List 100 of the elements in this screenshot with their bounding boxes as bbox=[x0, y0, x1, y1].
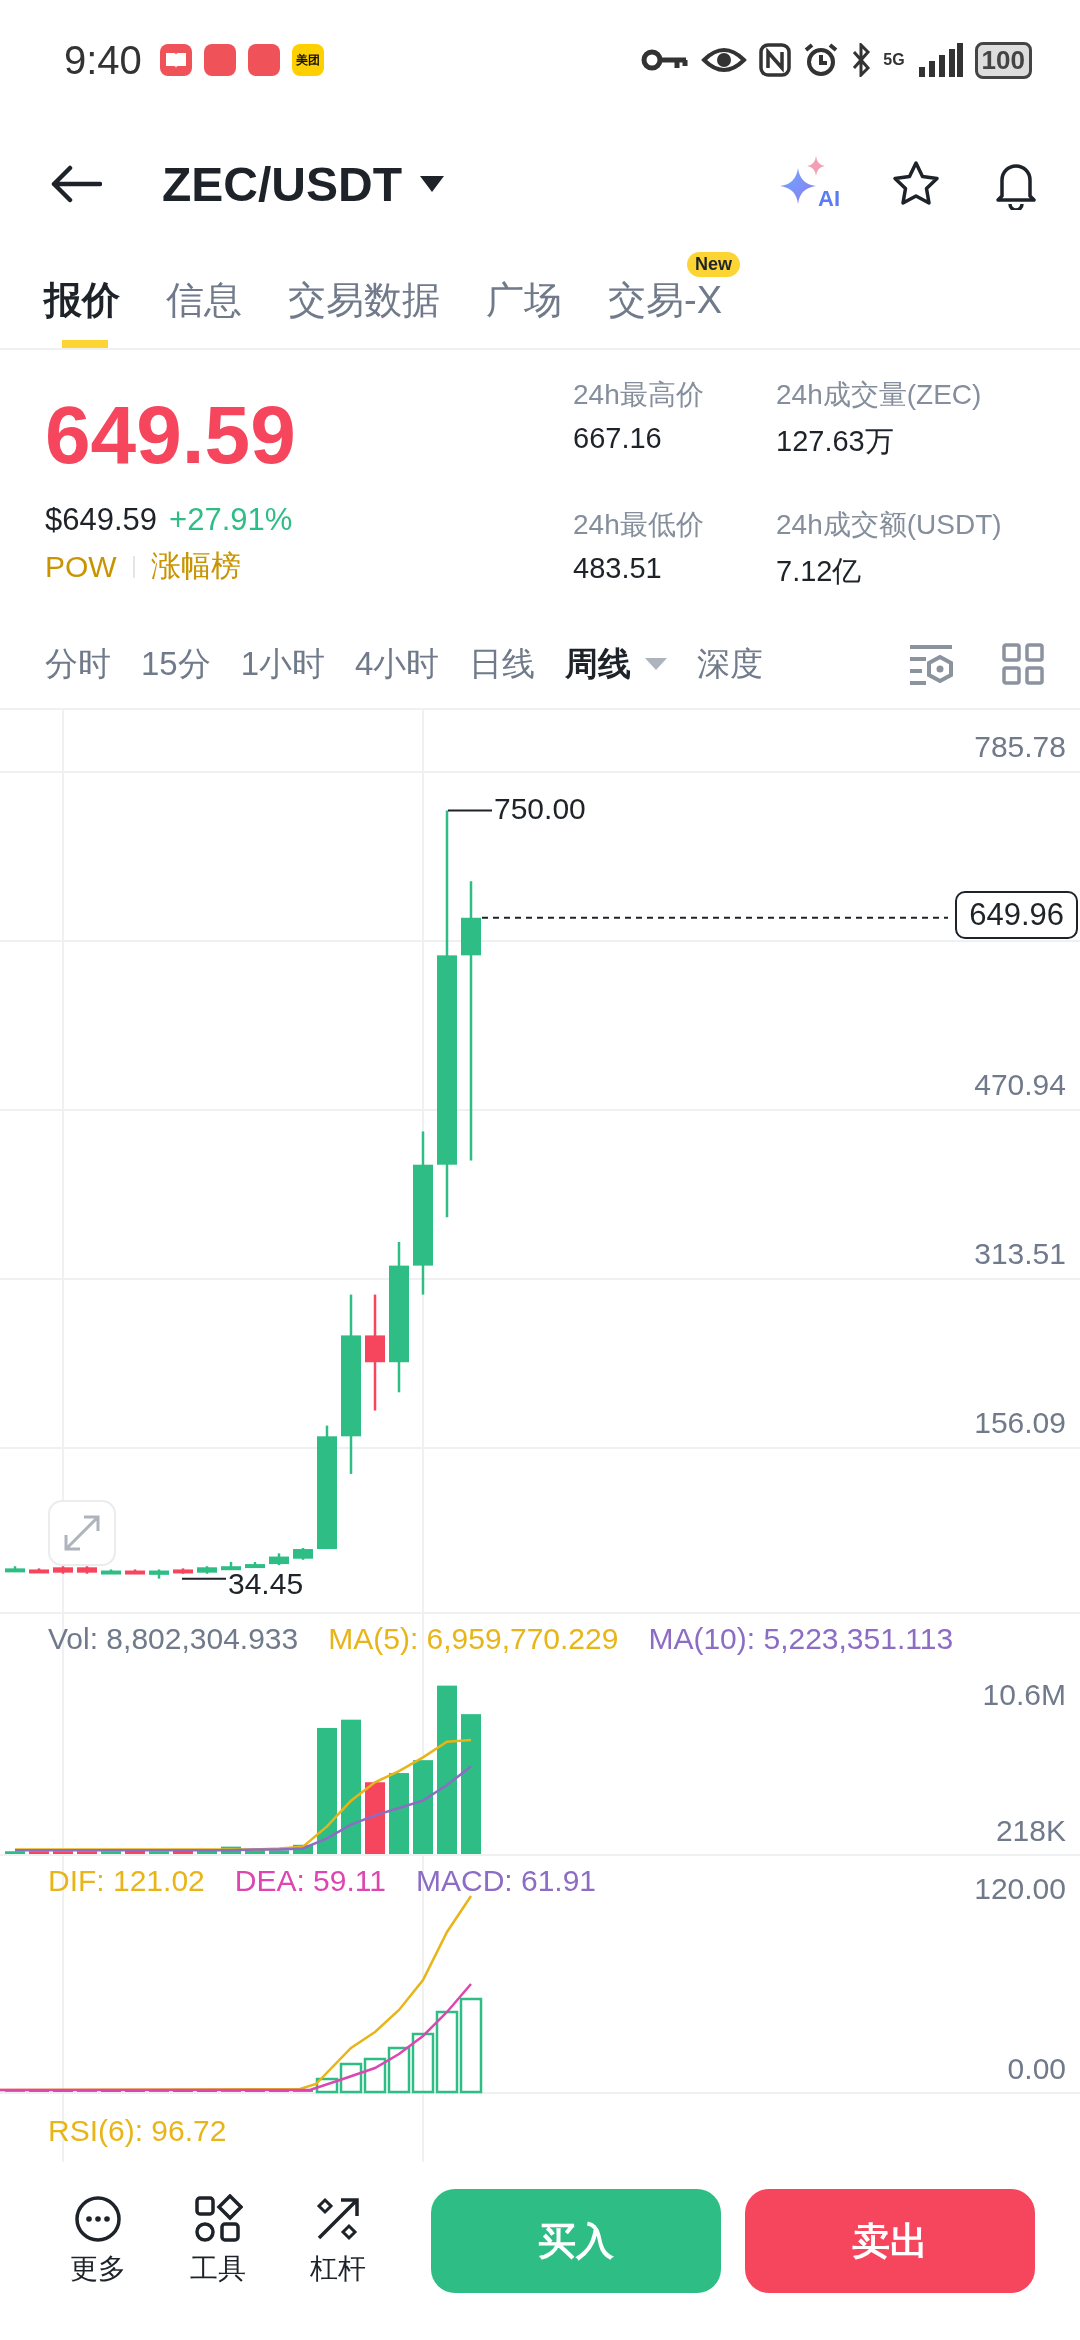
volume-bar bbox=[101, 1851, 121, 1854]
candle bbox=[53, 1566, 73, 1574]
legend-text: MA(10): 5,223,351.113 bbox=[648, 1622, 954, 1656]
network-label: 5G bbox=[883, 51, 905, 69]
stat-label: 24h成交额(USDT) bbox=[776, 508, 1002, 542]
tag-link[interactable]: 涨幅榜 bbox=[150, 546, 241, 587]
store-app-icon bbox=[203, 44, 236, 76]
back-icon[interactable] bbox=[50, 164, 102, 204]
volume-bar bbox=[149, 1851, 169, 1854]
store-app-icon bbox=[247, 44, 280, 76]
pair-title[interactable]: ZEC/USDT bbox=[162, 156, 402, 212]
last-price-tag: 649.96 bbox=[955, 890, 1078, 939]
status-time: 9:40 bbox=[64, 37, 142, 83]
leader-line bbox=[181, 1577, 227, 1580]
toolbar-button[interactable]: 杠杆 bbox=[300, 2194, 376, 2288]
more-icon bbox=[73, 2194, 123, 2244]
candle bbox=[221, 1561, 241, 1571]
volume-bar bbox=[365, 1782, 385, 1854]
sell-button[interactable]: 卖出 bbox=[745, 2189, 1035, 2293]
dropdown-caret-icon[interactable] bbox=[420, 176, 444, 192]
tab[interactable]: 交易-X bbox=[608, 282, 722, 348]
tag-link[interactable]: POW bbox=[45, 549, 117, 584]
interval-tab[interactable]: 日线 bbox=[469, 641, 536, 687]
axis-label: 156.09 bbox=[974, 1406, 1066, 1440]
high-price-label: 750.00 bbox=[494, 792, 586, 827]
alarm-icon bbox=[803, 42, 840, 78]
interval-tab[interactable]: 周线 bbox=[565, 641, 668, 687]
tab[interactable]: 报价 bbox=[44, 282, 120, 348]
expand-icon bbox=[62, 1513, 102, 1553]
tab[interactable]: 广场 bbox=[486, 282, 562, 348]
shapes-icon bbox=[193, 2194, 243, 2244]
candle bbox=[149, 1569, 169, 1579]
legend-text: DIF: 121.02 bbox=[48, 1864, 205, 1898]
volume-bar bbox=[29, 1851, 49, 1854]
candle bbox=[197, 1566, 217, 1574]
volume-bar bbox=[269, 1850, 289, 1854]
candle bbox=[29, 1568, 49, 1574]
stat-value: 667.16 bbox=[573, 422, 663, 455]
toolbar-button[interactable]: 更多 bbox=[60, 2194, 136, 2288]
stat-label: 24h成交量(ZEC) bbox=[776, 378, 983, 412]
stat-label: 24h最高价 bbox=[573, 378, 705, 412]
battery-level: 100 bbox=[974, 41, 1032, 79]
candle bbox=[125, 1569, 145, 1575]
candle bbox=[77, 1566, 97, 1574]
interval-tab[interactable]: 深度 bbox=[697, 641, 764, 687]
stat-label: 24h最低价 bbox=[573, 508, 705, 542]
volume-bar bbox=[245, 1849, 265, 1854]
leader-line bbox=[447, 809, 493, 812]
axis-label: 218K bbox=[995, 1814, 1066, 1848]
interval-tab[interactable]: 4小时 bbox=[355, 641, 440, 687]
low-price-label: 34.45 bbox=[228, 1566, 304, 1601]
legend-text: MACD: 61.91 bbox=[415, 1864, 597, 1898]
last-price: 649.59 bbox=[45, 394, 297, 476]
stat-value: 7.12亿 bbox=[776, 554, 863, 589]
candle bbox=[173, 1568, 193, 1574]
candle bbox=[101, 1569, 121, 1575]
axis-label: 313.51 bbox=[974, 1237, 1066, 1271]
axis-label: 470.94 bbox=[974, 1068, 1066, 1102]
bluetooth-icon bbox=[851, 43, 872, 77]
macd-bar bbox=[411, 2032, 435, 2094]
app-icon: 美团 bbox=[291, 44, 324, 76]
candle bbox=[293, 1548, 313, 1560]
new-badge: New bbox=[687, 252, 740, 277]
tab[interactable]: 信息 bbox=[166, 282, 242, 348]
volume-bar bbox=[53, 1851, 73, 1854]
volume-bar bbox=[5, 1851, 25, 1854]
legend-text: MA(5): 6,959,770.229 bbox=[328, 1622, 619, 1656]
nfc-icon bbox=[759, 43, 792, 77]
volume-bar bbox=[293, 1844, 313, 1854]
stat-value: 483.51 bbox=[573, 552, 663, 585]
macd-bar bbox=[387, 2046, 411, 2094]
interval-tab[interactable]: 1小时 bbox=[240, 641, 326, 687]
interval-tab[interactable]: 分时 bbox=[45, 641, 111, 687]
candle bbox=[5, 1566, 25, 1573]
volume-bar bbox=[173, 1850, 193, 1854]
macd-bar bbox=[363, 2057, 387, 2094]
legend-text: RSI(6): 96.72 bbox=[48, 2114, 227, 2148]
axis-label: 120.00 bbox=[974, 1872, 1066, 1906]
toolbar-button[interactable]: 工具 bbox=[180, 2194, 256, 2288]
usd-price: $649.59 bbox=[45, 502, 158, 538]
volume-bar bbox=[197, 1849, 217, 1854]
legend-text: DEA: 59.11 bbox=[234, 1864, 386, 1898]
buy-button[interactable]: 买入 bbox=[431, 2189, 721, 2293]
volume-bar bbox=[125, 1850, 145, 1854]
grid-icon[interactable] bbox=[1002, 643, 1044, 685]
stat-value: 127.63万 bbox=[776, 424, 895, 459]
signal-icon bbox=[916, 43, 963, 77]
axis-label: 10.6M bbox=[982, 1678, 1066, 1712]
interval-tab[interactable]: 15分 bbox=[141, 641, 211, 687]
candle bbox=[269, 1553, 289, 1566]
volume-bar bbox=[221, 1846, 241, 1854]
book-app-icon bbox=[159, 44, 192, 76]
tab[interactable]: 交易数据 bbox=[288, 282, 440, 348]
price-change: +27.91% bbox=[169, 502, 293, 538]
candle bbox=[245, 1561, 265, 1569]
axis-label: 785.78 bbox=[974, 730, 1066, 764]
ai-button[interactable]: AI bbox=[778, 156, 840, 212]
star-icon[interactable] bbox=[892, 160, 940, 208]
indicator-settings-icon[interactable] bbox=[908, 643, 954, 685]
legend-text: Vol: 8,802,304.933 bbox=[48, 1622, 299, 1656]
